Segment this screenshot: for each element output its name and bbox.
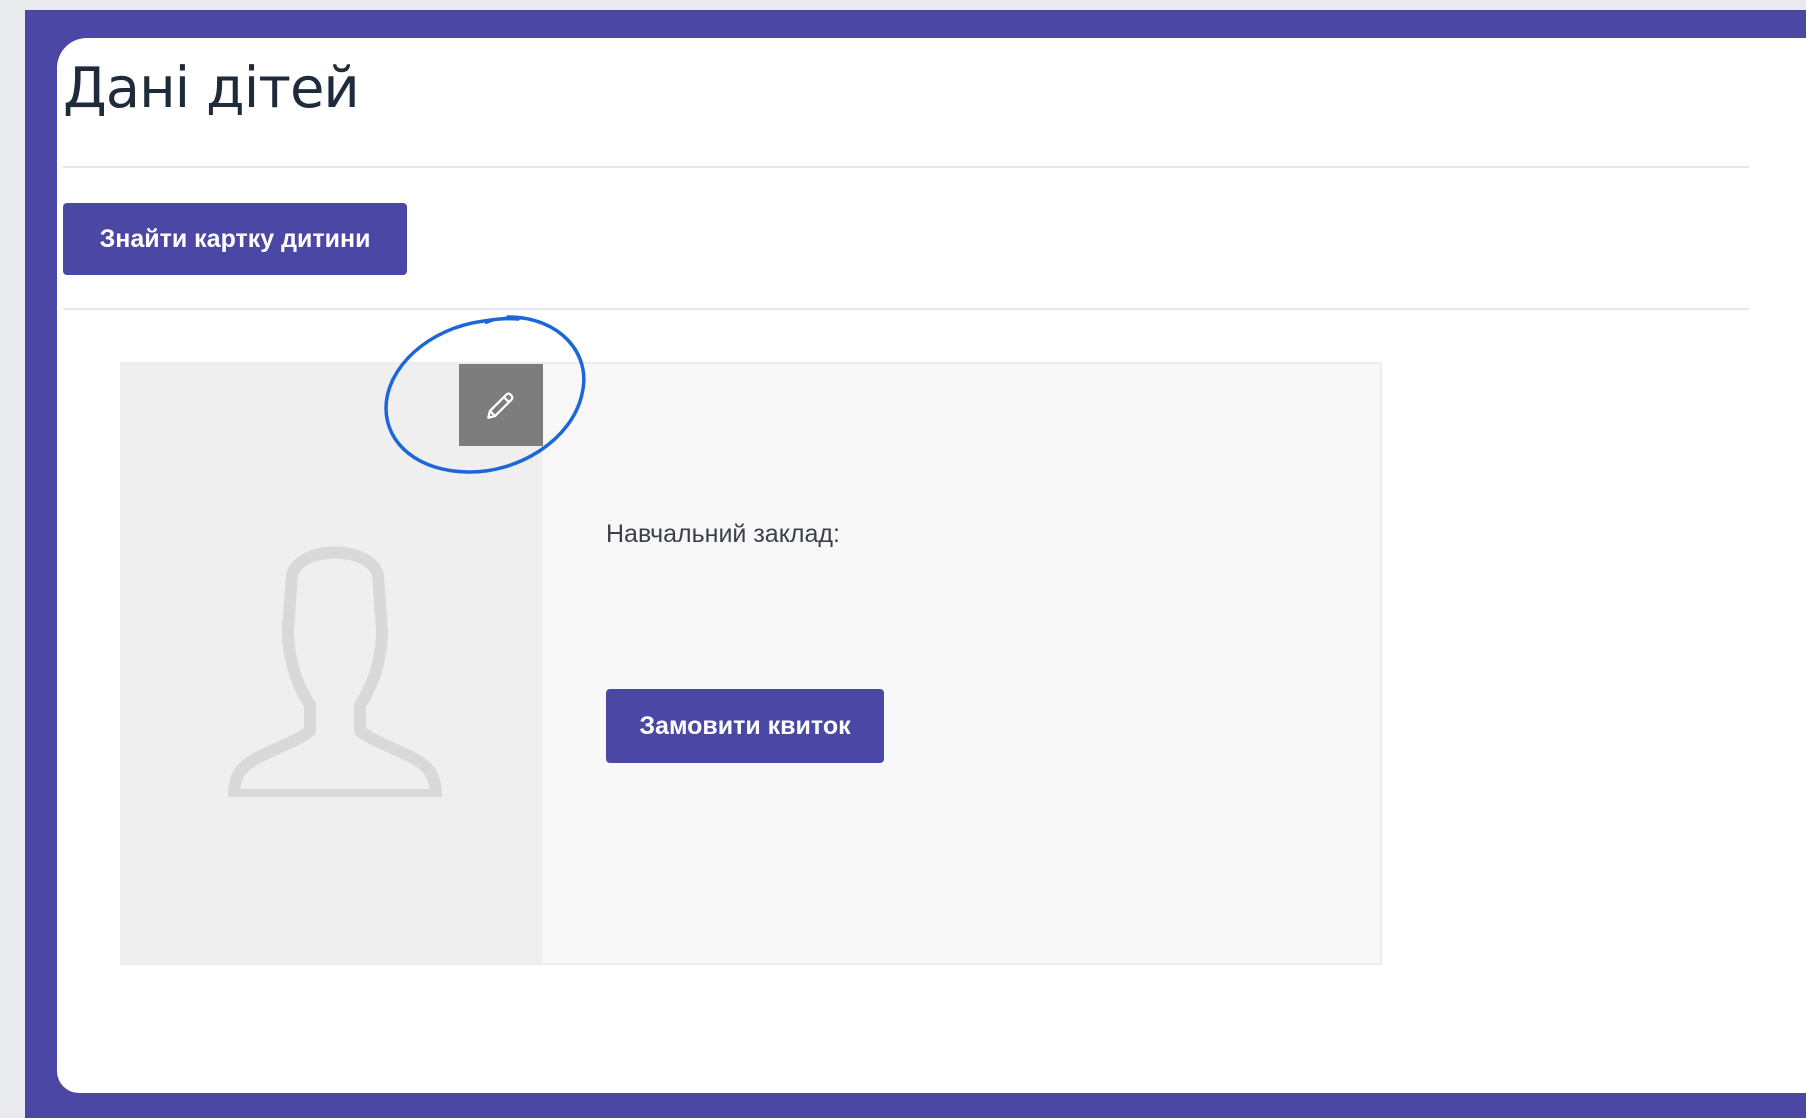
toolbar-divider	[63, 308, 1749, 310]
top-background-strip	[0, 0, 1806, 10]
order-ticket-button[interactable]: Замовити квиток	[606, 689, 884, 763]
edit-photo-button[interactable]	[459, 364, 543, 446]
school-label: Навчальний заклад:	[606, 520, 840, 548]
header-divider	[63, 166, 1749, 168]
left-background-strip	[0, 0, 25, 1118]
page-title: Дані дітей	[63, 56, 360, 121]
find-child-card-button[interactable]: Знайти картку дитини	[63, 203, 407, 275]
pencil-icon	[487, 392, 514, 419]
user-silhouette-icon	[228, 546, 442, 797]
